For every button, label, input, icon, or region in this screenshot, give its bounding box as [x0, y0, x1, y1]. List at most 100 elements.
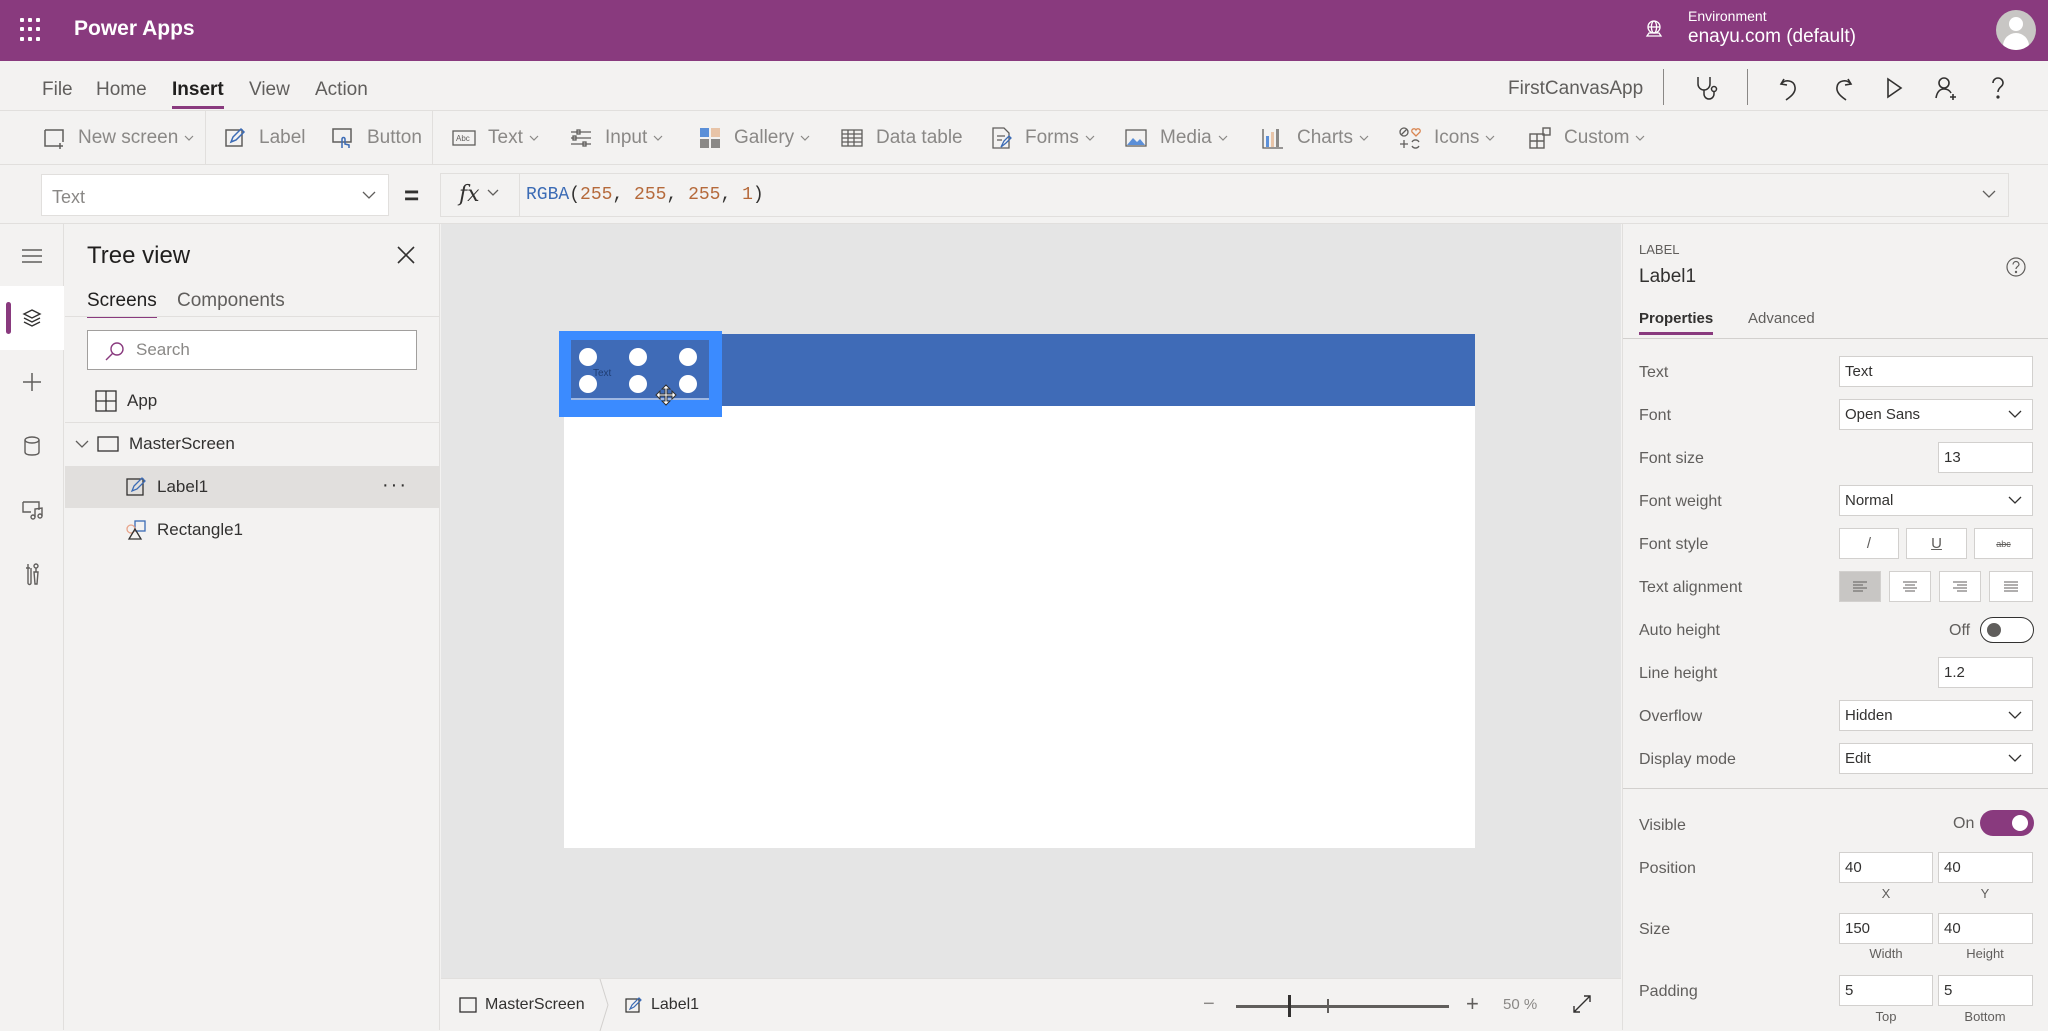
data-cylinder-icon[interactable] — [0, 414, 64, 478]
display-mode-select[interactable]: Edit — [1839, 743, 2033, 774]
resize-handle[interactable] — [679, 375, 697, 393]
line-height-input[interactable]: 1.2 — [1938, 657, 2033, 688]
formula-input[interactable]: RGBA(255, 255, 255, 1) — [519, 173, 2009, 217]
resize-handle[interactable] — [579, 348, 597, 366]
label1-selection[interactable]: Text — [559, 331, 722, 417]
insert-custom-dropdown[interactable]: Custom — [1528, 111, 1645, 165]
tree-search-box[interactable] — [87, 330, 417, 370]
menu-view[interactable]: View — [249, 79, 290, 101]
label-edit-icon — [625, 996, 643, 1014]
master-screen-canvas[interactable]: Text — [559, 331, 1475, 848]
property-selector[interactable]: Text — [41, 174, 389, 216]
control-name[interactable]: Label1 — [1639, 266, 1696, 288]
tab-screens[interactable]: Screens — [87, 290, 157, 318]
font-weight-value: Normal — [1845, 492, 1894, 509]
insert-button-button[interactable]: Button — [331, 111, 422, 165]
function-button[interactable]: fx — [440, 173, 520, 217]
tree-item-label1[interactable]: Label1 ··· — [65, 466, 440, 508]
help-icon[interactable] — [2005, 256, 2027, 278]
auto-height-toggle[interactable] — [1980, 617, 2034, 643]
font-select[interactable]: Open Sans — [1839, 399, 2033, 430]
resize-handle[interactable] — [629, 348, 647, 366]
insert-media-dropdown[interactable]: Media — [1124, 111, 1228, 165]
zoom-out-button[interactable]: − — [1203, 993, 1215, 1016]
resize-handle[interactable] — [629, 375, 647, 393]
position-y-input[interactable]: 40 — [1938, 852, 2033, 883]
zoom-slider-thumb[interactable] — [1288, 995, 1291, 1017]
advanced-tools-icon[interactable] — [0, 542, 64, 606]
tree-item-label: Label1 — [157, 477, 209, 496]
align-justify-button[interactable] — [1989, 571, 2033, 602]
size-width-input[interactable]: 150 — [1839, 913, 1933, 944]
app-name[interactable]: FirstCanvasApp — [1508, 78, 1643, 100]
padding-label: Padding — [1639, 983, 1698, 1000]
position-x-input[interactable]: 40 — [1839, 852, 1933, 883]
tab-advanced[interactable]: Advanced — [1748, 310, 1815, 327]
insert-plus-icon[interactable] — [0, 350, 64, 414]
environment-value[interactable]: enayu.com (default) — [1688, 26, 1856, 48]
insert-gallery-dropdown[interactable]: Gallery — [698, 111, 810, 165]
menu-action[interactable]: Action — [315, 79, 368, 101]
environment-globe-icon[interactable] — [1644, 19, 1664, 39]
redo-icon[interactable] — [1828, 74, 1856, 102]
align-right-button[interactable] — [1939, 571, 1981, 602]
insert-icons-dropdown[interactable]: Icons — [1398, 111, 1495, 165]
share-user-icon[interactable] — [1932, 74, 1960, 102]
breadcrumb-control[interactable]: Label1 — [625, 979, 699, 1031]
canvas-area[interactable]: Text — [441, 224, 1621, 978]
formula-arg: 1 — [742, 185, 753, 205]
insert-label-button[interactable]: Label — [223, 111, 306, 165]
padding-top-input[interactable]: 5 — [1839, 975, 1933, 1006]
strikethrough-button[interactable]: abc — [1974, 528, 2033, 559]
tree-item-masterscreen[interactable]: MasterScreen — [65, 423, 440, 465]
menu-file[interactable]: File — [42, 79, 73, 101]
size-height-input[interactable]: 40 — [1938, 913, 2033, 944]
align-left-button[interactable] — [1839, 571, 1881, 602]
menu-home[interactable]: Home — [96, 79, 147, 101]
menu-insert[interactable]: Insert — [172, 79, 224, 109]
font-weight-select[interactable]: Normal — [1839, 485, 2033, 516]
align-center-button[interactable] — [1889, 571, 1931, 602]
zoom-in-button[interactable]: + — [1466, 991, 1479, 1017]
media-icon[interactable] — [0, 478, 64, 542]
app-launcher-icon[interactable] — [20, 18, 44, 42]
tab-components[interactable]: Components — [177, 290, 285, 312]
custom-dropdown-label: Custom — [1564, 127, 1630, 148]
resize-handle[interactable] — [679, 348, 697, 366]
insert-forms-dropdown[interactable]: Forms — [989, 111, 1095, 165]
zoom-slider[interactable] — [1236, 1005, 1449, 1008]
tab-properties[interactable]: Properties — [1639, 310, 1714, 335]
search-input[interactable] — [136, 339, 406, 361]
chevron-down-icon — [487, 188, 499, 198]
more-options-icon[interactable]: ··· — [382, 474, 408, 497]
overflow-select[interactable]: Hidden — [1839, 700, 2033, 731]
resize-handle[interactable] — [579, 375, 597, 393]
padding-bottom-input[interactable]: 5 — [1938, 975, 2033, 1006]
undo-icon[interactable] — [1776, 74, 1804, 102]
user-avatar[interactable] — [1996, 10, 2036, 50]
insert-text-dropdown[interactable]: Abc Text — [452, 111, 539, 165]
expand-formula-icon[interactable] — [1982, 189, 1996, 199]
chevron-down-icon[interactable] — [75, 439, 89, 449]
breadcrumb-screen[interactable]: MasterScreen — [459, 979, 585, 1031]
italic-button[interactable]: / — [1839, 528, 1899, 559]
insert-input-dropdown[interactable]: Input — [569, 111, 663, 165]
underline-button[interactable]: U — [1906, 528, 1967, 559]
hamburger-menu-icon[interactable] — [0, 224, 64, 288]
text-property-input[interactable]: Text — [1839, 356, 2033, 387]
font-size-input[interactable]: 13 — [1938, 442, 2033, 473]
tree-item-app[interactable]: App — [65, 380, 440, 422]
visible-toggle[interactable] — [1980, 810, 2034, 836]
fit-to-window-icon[interactable] — [1571, 993, 1593, 1015]
tree-item-rectangle1[interactable]: Rectangle1 — [65, 509, 440, 551]
new-screen-button[interactable]: New screen — [42, 111, 194, 165]
stethoscope-icon[interactable] — [1692, 74, 1720, 102]
tree-view-layers-icon[interactable] — [0, 286, 64, 350]
help-icon[interactable] — [1984, 74, 2012, 102]
close-icon[interactable] — [395, 244, 417, 266]
breadcrumb-label: MasterScreen — [485, 996, 585, 1013]
label1-control[interactable]: Text — [571, 340, 709, 406]
insert-data-table-button[interactable]: Data table — [840, 111, 963, 165]
insert-charts-dropdown[interactable]: Charts — [1261, 111, 1369, 165]
play-icon[interactable] — [1880, 74, 1908, 102]
